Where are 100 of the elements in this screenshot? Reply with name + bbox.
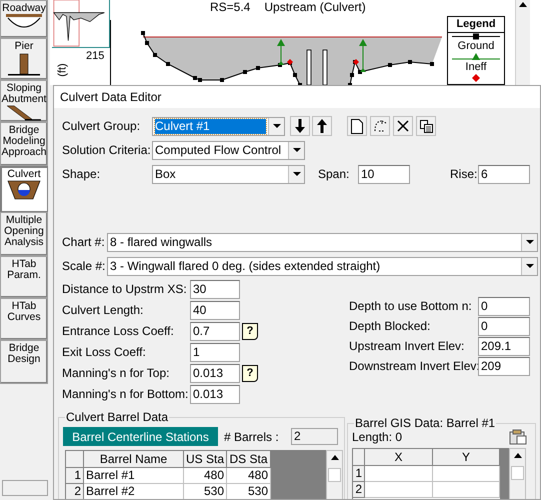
input-field[interactable]: 209	[478, 356, 530, 376]
scrollbar[interactable]	[326, 450, 343, 499]
input-field[interactable]: 30	[190, 280, 240, 298]
caret-icon	[292, 172, 300, 176]
tool-button[interactable]: Sloping Abutment	[0, 80, 48, 122]
tool-button[interactable]: Multiple Opening Analysis	[0, 212, 48, 256]
dropdown-button[interactable]	[268, 118, 284, 134]
row-number: 1	[66, 468, 84, 484]
axis-label: (ft)	[56, 63, 69, 77]
tool-button[interactable]: Bridge Design	[0, 340, 48, 384]
down-arrow-icon	[295, 119, 305, 133]
field-label: Entrance Loss Coeff:	[62, 323, 175, 340]
move-up-button[interactable]	[312, 116, 332, 136]
scroll-up-icon[interactable]	[514, 453, 522, 458]
ineff-line-icon	[452, 53, 500, 61]
table-cell[interactable]: 530	[184, 484, 227, 499]
delete-button[interactable]	[393, 116, 413, 136]
input-field[interactable]: 0	[478, 296, 530, 316]
tool-button[interactable]: Bridge Modeling Approach	[0, 122, 48, 166]
move-down-button[interactable]	[290, 116, 310, 136]
bank-marker-icon	[472, 74, 480, 82]
new-button[interactable]	[347, 116, 367, 136]
input-field[interactable]: 0	[478, 316, 530, 336]
dropdown-field[interactable]: 3 - Wingwall flared 0 deg. (sides extended straight)	[107, 256, 538, 276]
field-label: Rise:	[450, 166, 478, 183]
ground-line-icon	[452, 33, 500, 40]
table-cell[interactable]	[433, 482, 500, 498]
help-button[interactable]: ?	[242, 322, 258, 340]
input-field: 2	[291, 428, 338, 445]
dropdown-field[interactable]: 8 - flared wingwalls	[107, 232, 538, 252]
field-label: Manning's n for Top:	[62, 365, 170, 382]
culvert-icon	[7, 180, 41, 200]
caret-icon	[292, 148, 300, 152]
dropdown-button[interactable]	[288, 166, 304, 182]
input-field[interactable]: 1	[190, 342, 240, 362]
dropdown-button[interactable]	[521, 234, 537, 250]
input-field[interactable]: 0.7	[190, 322, 240, 340]
input-field[interactable]: 0.013	[190, 364, 240, 382]
dropdown-button[interactable]	[521, 258, 537, 274]
field-label: Upstream Invert Elev:	[349, 338, 466, 355]
tool-button[interactable]: Culvert	[0, 166, 48, 212]
input-field[interactable]: 6	[478, 164, 530, 184]
dashed-curve-icon	[372, 118, 388, 134]
dropdown-field[interactable]: Computed Flow Control	[152, 140, 305, 160]
copy-button[interactable]	[416, 116, 436, 136]
table-cell[interactable]	[433, 466, 500, 482]
tool-button[interactable]: Pier	[0, 38, 48, 80]
table-cell[interactable]	[365, 482, 433, 498]
window-title: Culvert Data Editor	[54, 86, 540, 108]
table-cell[interactable]: 480	[227, 468, 271, 484]
group-title: Barrel GIS Data: Barrel #1	[354, 416, 496, 430]
row-number: 2	[66, 484, 84, 499]
axis-line	[110, 20, 111, 85]
tool-button[interactable]: HTab Param.	[0, 256, 48, 298]
input-field[interactable]: 10	[358, 164, 410, 184]
field-label: Span:	[318, 166, 350, 183]
input-field[interactable]	[2, 480, 48, 496]
table-cell[interactable]	[365, 466, 433, 482]
field-label: Solution Criteria:	[62, 142, 152, 159]
input-field[interactable]: 40	[190, 300, 240, 320]
scrollbar[interactable]	[509, 448, 526, 499]
table-cell[interactable]: Barrel #1	[84, 468, 184, 484]
field-label: Downstream Invert Elev:	[349, 358, 478, 375]
length-text: Length: 0	[352, 429, 402, 446]
field-label: Shape:	[62, 166, 102, 183]
rename-button[interactable]	[370, 116, 390, 136]
caret-icon	[526, 240, 534, 244]
table-cell[interactable]: 530	[227, 484, 271, 499]
table-cell[interactable]: Barrel #2	[84, 484, 184, 499]
tool-button[interactable]: HTab Curves	[0, 298, 48, 340]
scroll-up-icon[interactable]	[519, 1, 527, 7]
row-number: 2	[353, 482, 365, 498]
legend-label: Ground	[458, 40, 494, 53]
dropdown-field[interactable]: Box	[152, 164, 305, 184]
input-field[interactable]: 209.1	[478, 336, 530, 356]
field-label: Depth to use Bottom n:	[349, 298, 473, 315]
help-button[interactable]: ?	[242, 364, 258, 382]
copy-icon	[420, 120, 432, 132]
tab[interactable]: Barrel Centerline Stations	[63, 427, 218, 446]
column-header: Y	[433, 449, 500, 466]
input-field[interactable]: 0.013	[190, 384, 240, 404]
up-arrow-icon	[317, 119, 327, 133]
clipboard-icon[interactable]	[509, 429, 527, 445]
tool-button[interactable]: Roadway	[0, 0, 48, 38]
field-label: Chart #:	[62, 234, 106, 251]
group-title: Culvert Barrel Data	[65, 410, 170, 424]
field-label: Distance to Upstrm XS:	[62, 281, 188, 298]
field-label: Manning's n for Bottom:	[62, 386, 190, 403]
dropdown-field[interactable]: Culvert #1	[152, 116, 285, 136]
scroll-up-icon[interactable]	[330, 455, 338, 460]
field-label: # Barrels :	[224, 428, 280, 446]
column-header: Barrel Name	[84, 451, 184, 468]
column-header: X	[365, 449, 433, 466]
close-icon	[397, 120, 409, 132]
table-cell[interactable]: 480	[184, 468, 227, 484]
dropdown-button[interactable]	[288, 142, 304, 158]
axis-tick-label: 215	[86, 50, 104, 62]
scrollbar[interactable]	[515, 0, 530, 85]
legend-label: Ineff	[465, 61, 487, 74]
row-number: 1	[353, 466, 365, 482]
